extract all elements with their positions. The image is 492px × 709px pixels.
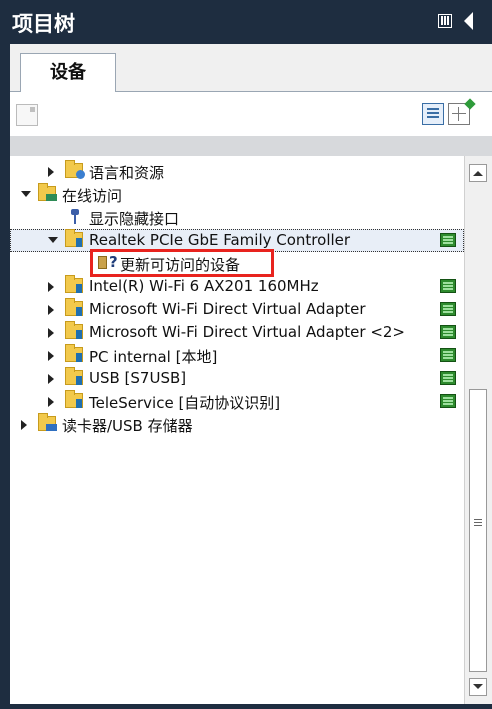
connection-status-icon [440,233,456,247]
folder-language-icon [65,160,85,179]
scroll-down-icon[interactable] [469,678,487,696]
connection-status-icon [440,348,456,362]
collapse-arrow-icon[interactable] [464,12,473,30]
scroll-thumb[interactable] [469,389,487,672]
tree-item-show-hidden[interactable]: 显示隐藏接口 [10,206,464,229]
highlight-box [90,249,274,277]
card-reader-icon [38,413,57,431]
tree-item-label: 读卡器/USB 存储器 [62,417,193,435]
tree-item-teleservice[interactable]: TeleService [自动协议识别] [10,390,464,413]
tree-item-label: Microsoft Wi-Fi Direct Virtual Adapter [89,300,366,318]
tree-item-ms-direct-2[interactable]: Microsoft Wi-Fi Direct Virtual Adapter <… [10,321,464,344]
scroll-grip-icon [474,519,482,520]
adapter-icon [65,229,83,247]
expand-icon[interactable] [21,420,27,430]
grid-view-icon[interactable] [448,103,470,125]
tree-item-label: Realtek PCIe GbE Family Controller [89,231,351,249]
connection-status-icon [440,371,456,385]
collapse-icon[interactable] [21,191,31,197]
expand-icon[interactable] [48,167,54,177]
expand-icon[interactable] [48,351,54,361]
tree-item-online-access[interactable]: 在线访问 [10,183,464,206]
panel-title: 项目树 [12,12,75,36]
panel-collapse-icon[interactable] [438,14,452,28]
tree-item-label: Microsoft Wi-Fi Direct Virtual Adapter <… [89,323,406,341]
scroll-up-icon[interactable] [469,164,487,182]
tab-strip: 设备 [10,44,492,92]
left-border [0,44,10,704]
bottom-border [0,704,492,709]
header-strip [10,136,492,156]
connection-status-icon [440,394,456,408]
tree-item-label: USB [S7USB] [89,369,187,387]
toolbar [10,92,492,136]
collapse-icon[interactable] [48,237,58,243]
list-view-icon[interactable] [422,103,444,125]
project-tree: 语言和资源 在线访问 显示隐藏接口 Realtek PCIe GbE Famil… [10,156,464,704]
tab-devices[interactable]: 设备 [20,53,116,92]
interface-pin-icon [70,209,80,224]
connection-status-icon [440,325,456,339]
adapter-icon [65,321,83,339]
connection-status-icon [440,302,456,316]
adapter-icon [65,275,83,293]
tree-item-card-reader[interactable]: 读卡器/USB 存储器 [10,413,464,436]
add-device-icon[interactable] [16,104,38,126]
expand-icon[interactable] [48,282,54,292]
connection-status-icon [440,279,456,293]
expand-icon[interactable] [48,374,54,384]
tree-item-language[interactable]: 语言和资源 [10,160,464,183]
tree-item-label: PC internal [本地] [89,348,218,366]
tree-item-label: Intel(R) Wi-Fi 6 AX201 160MHz [89,277,319,295]
tree-item-label: 在线访问 [62,187,123,205]
vertical-scrollbar[interactable] [464,156,492,704]
tree-item-ms-direct[interactable]: Microsoft Wi-Fi Direct Virtual Adapter [10,298,464,321]
panel-title-bar: 项目树 [0,0,492,44]
adapter-icon [65,298,83,316]
folder-network-icon [38,183,57,201]
tree-item-label: TeleService [自动协议识别] [89,394,281,412]
tree-item-pc-internal[interactable]: PC internal [本地] [10,344,464,367]
adapter-icon [65,344,83,362]
adapter-icon [65,367,83,385]
expand-icon[interactable] [48,305,54,315]
expand-icon[interactable] [48,397,54,407]
tree-item-label: 显示隐藏接口 [89,210,180,228]
expand-icon[interactable] [48,328,54,338]
tree-item-usb[interactable]: USB [S7USB] [10,367,464,390]
adapter-icon [65,390,83,408]
tree-item-label: 语言和资源 [89,164,165,182]
tree-item-intel[interactable]: Intel(R) Wi-Fi 6 AX201 160MHz [10,275,464,298]
